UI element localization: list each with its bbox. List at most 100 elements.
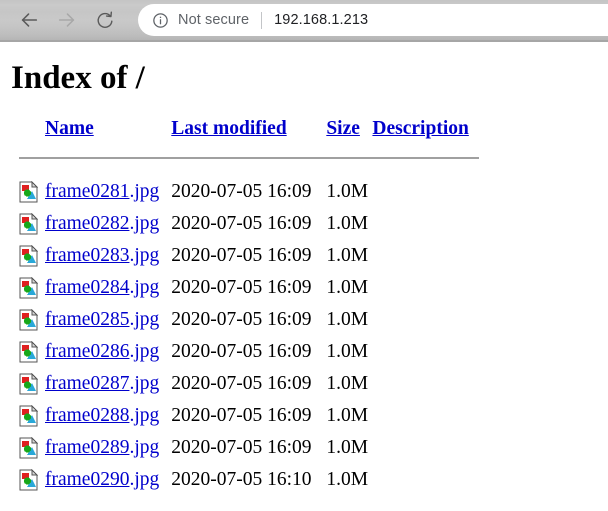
table-row[interactable]: frame0285.jpg 2020-07-05 16:09 1.0M	[11, 304, 479, 336]
file-icon-cell	[11, 432, 45, 464]
image-file-icon	[19, 308, 39, 331]
table-row[interactable]: frame0290.jpg 2020-07-05 16:10 1.0M	[11, 464, 479, 496]
file-extension: .jpg	[129, 212, 160, 234]
file-extension: .jpg	[129, 180, 160, 202]
file-description	[372, 240, 479, 272]
header-divider-row	[11, 144, 479, 176]
image-file-icon	[19, 468, 39, 491]
file-size: 1.0M	[326, 276, 369, 298]
sort-by-name-link[interactable]: Name	[45, 118, 94, 139]
image-file-icon	[19, 244, 39, 267]
image-file-icon	[19, 340, 39, 363]
file-description	[372, 176, 479, 208]
reload-icon	[95, 10, 115, 30]
omnibox-separator	[261, 11, 263, 29]
file-last-modified: 2020-07-05 16:09	[171, 180, 312, 202]
file-icon-cell	[11, 240, 45, 272]
file-description	[372, 304, 479, 336]
file-link[interactable]: frame0285	[45, 309, 129, 330]
file-extension: .jpg	[129, 244, 160, 266]
column-header-name: Name	[45, 118, 171, 144]
file-description	[372, 272, 479, 304]
column-header-icon	[11, 118, 45, 144]
file-icon-cell	[11, 336, 45, 368]
file-link[interactable]: frame0284	[45, 277, 129, 298]
file-extension: .jpg	[129, 340, 160, 362]
sort-by-size-link[interactable]: Size	[326, 118, 360, 139]
file-extension: .jpg	[129, 372, 160, 394]
file-last-modified: 2020-07-05 16:09	[171, 372, 312, 394]
column-header-size: Size	[326, 118, 372, 144]
file-icon-cell	[11, 304, 45, 336]
back-button[interactable]	[10, 1, 48, 39]
security-status-text: Not secure	[178, 12, 250, 28]
file-description	[372, 208, 479, 240]
arrow-right-icon	[56, 9, 78, 31]
file-link[interactable]: frame0290	[45, 469, 129, 490]
file-last-modified: 2020-07-05 16:09	[171, 404, 312, 426]
file-last-modified: 2020-07-05 16:09	[171, 340, 312, 362]
table-row[interactable]: frame0283.jpg 2020-07-05 16:09 1.0M	[11, 240, 479, 272]
navigation-buttons	[0, 1, 124, 39]
file-name-cell: frame0289.jpg	[45, 432, 171, 464]
table-row[interactable]: frame0288.jpg 2020-07-05 16:09 1.0M	[11, 400, 479, 432]
file-description	[372, 336, 479, 368]
image-file-icon	[19, 436, 39, 459]
file-size: 1.0M	[326, 180, 369, 202]
file-link[interactable]: frame0286	[45, 341, 129, 362]
table-row[interactable]: frame0289.jpg 2020-07-05 16:09 1.0M	[11, 432, 479, 464]
file-link[interactable]: frame0282	[45, 213, 129, 234]
file-description	[372, 464, 479, 496]
file-size: 1.0M	[326, 468, 369, 490]
image-file-icon	[19, 372, 39, 395]
file-link[interactable]: frame0287	[45, 373, 129, 394]
table-row[interactable]: frame0281.jpg 2020-07-05 16:09 1.0M	[11, 176, 479, 208]
table-row[interactable]: frame0284.jpg 2020-07-05 16:09 1.0M	[11, 272, 479, 304]
column-header-description: Description	[372, 118, 479, 144]
file-icon-cell	[11, 400, 45, 432]
file-last-modified: 2020-07-05 16:09	[171, 436, 312, 458]
header-divider-cell	[11, 144, 479, 176]
table-row[interactable]: frame0287.jpg 2020-07-05 16:09 1.0M	[11, 368, 479, 400]
file-extension: .jpg	[129, 308, 160, 330]
file-name-cell: frame0287.jpg	[45, 368, 171, 400]
file-name-cell: frame0282.jpg	[45, 208, 171, 240]
file-link[interactable]: frame0288	[45, 405, 129, 426]
file-name-cell: frame0284.jpg	[45, 272, 171, 304]
file-size: 1.0M	[326, 372, 369, 394]
file-size: 1.0M	[326, 404, 369, 426]
image-file-icon	[19, 276, 39, 299]
file-icon-cell	[11, 176, 45, 208]
file-link[interactable]: frame0281	[45, 181, 129, 202]
url-text[interactable]: 192.168.1.213	[274, 12, 368, 28]
address-bar[interactable]: Not secure 192.168.1.213	[138, 4, 608, 36]
arrow-left-icon	[18, 9, 40, 31]
sort-by-last-modified-link[interactable]: Last modified	[171, 118, 286, 139]
table-row[interactable]: frame0286.jpg 2020-07-05 16:09 1.0M	[11, 336, 479, 368]
browser-toolbar: Not secure 192.168.1.213	[0, 0, 608, 42]
file-size: 1.0M	[326, 212, 369, 234]
forward-button[interactable]	[48, 1, 86, 39]
file-description	[372, 400, 479, 432]
file-size: 1.0M	[326, 244, 369, 266]
horizontal-rule	[19, 156, 479, 159]
file-last-modified: 2020-07-05 16:10	[171, 468, 312, 490]
file-link[interactable]: frame0283	[45, 245, 129, 266]
file-last-modified: 2020-07-05 16:09	[171, 308, 312, 330]
file-name-cell: frame0290.jpg	[45, 464, 171, 496]
directory-listing-body: frame0281.jpg 2020-07-05 16:09 1.0M fram…	[11, 176, 479, 496]
page-content: Index of / Name Last modified Size Descr…	[0, 61, 608, 496]
sort-by-description-link[interactable]: Description	[372, 118, 468, 139]
table-row[interactable]: frame0282.jpg 2020-07-05 16:09 1.0M	[11, 208, 479, 240]
file-name-cell: frame0281.jpg	[45, 176, 171, 208]
file-last-modified: 2020-07-05 16:09	[171, 276, 312, 298]
file-description	[372, 432, 479, 464]
file-last-modified: 2020-07-05 16:09	[171, 244, 312, 266]
file-link[interactable]: frame0289	[45, 437, 129, 458]
file-extension: .jpg	[129, 436, 160, 458]
page-title: Index of /	[11, 60, 145, 96]
file-extension: .jpg	[129, 276, 160, 298]
file-extension: .jpg	[129, 404, 160, 426]
reload-button[interactable]	[86, 1, 124, 39]
info-circle-icon[interactable]	[152, 12, 169, 29]
